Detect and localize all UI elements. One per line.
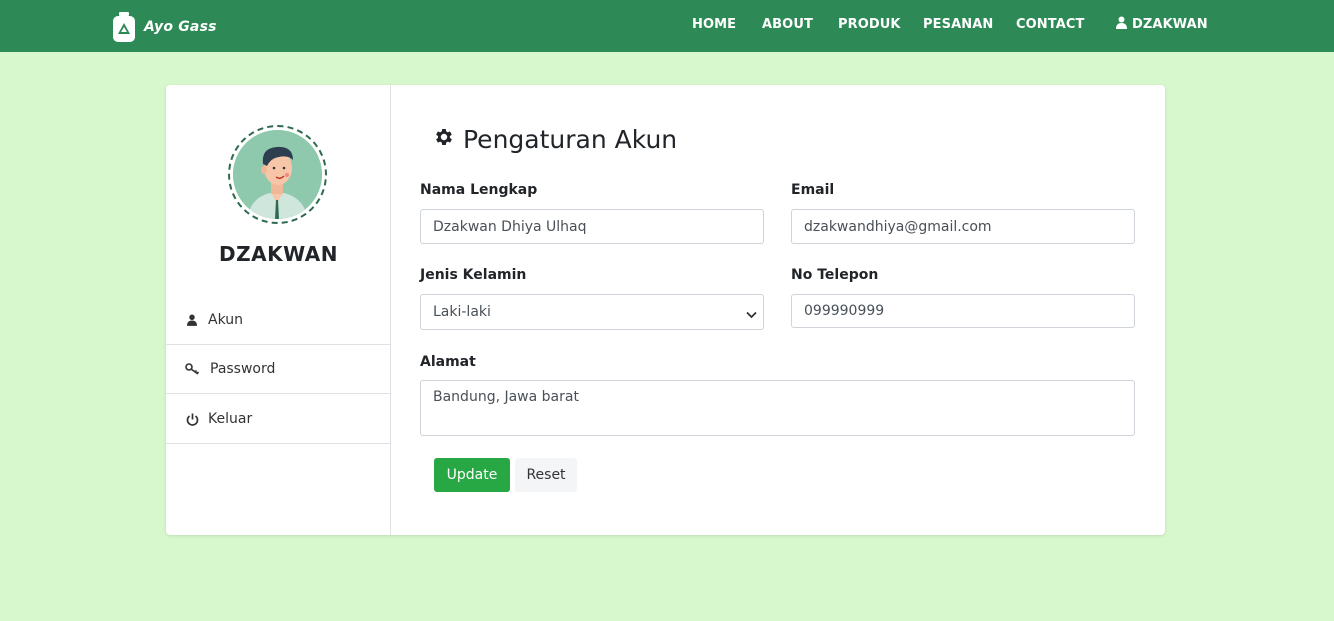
nav-produk[interactable]: PRODUK <box>838 17 901 32</box>
nav-home[interactable]: HOME <box>692 17 736 32</box>
nav-pesanan[interactable]: PESANAN <box>923 17 993 32</box>
account-card: DZAKWAN Akun Password Keluar Pengaturan … <box>166 85 1165 535</box>
alamat-value: Bandung, Jawa barat <box>433 389 579 405</box>
phone-field[interactable]: 099990999 <box>791 294 1135 328</box>
gender-label: Jenis Kelamin <box>420 267 527 283</box>
nama-label: Nama Lengkap <box>420 182 538 198</box>
gender-value: Laki-laki <box>433 304 491 320</box>
nav-username: DZAKWAN <box>1132 17 1208 32</box>
gear-icon <box>433 125 455 154</box>
phone-label: No Telepon <box>791 267 879 283</box>
nav-about[interactable]: ABOUT <box>762 17 813 32</box>
email-field[interactable]: dzakwandhiya@gmail.com <box>791 209 1135 244</box>
sidebar-item-label: Password <box>210 361 276 377</box>
account-sidebar: DZAKWAN Akun Password Keluar <box>166 85 391 535</box>
chevron-down-icon <box>746 307 757 323</box>
sidebar-item-label: Keluar <box>208 411 253 427</box>
update-button[interactable]: Update <box>434 458 510 492</box>
nav-user-menu[interactable]: DZAKWAN <box>1116 16 1208 33</box>
nav-contact[interactable]: CONTACT <box>1016 17 1085 32</box>
phone-value: 099990999 <box>804 303 885 319</box>
alamat-textarea[interactable]: Bandung, Jawa barat <box>420 380 1135 436</box>
sidebar-item-password[interactable]: Password <box>166 345 390 394</box>
user-icon <box>1116 16 1127 33</box>
sidebar-item-akun[interactable]: Akun <box>166 296 390 345</box>
navbar: Ayo Gass HOME ABOUT PRODUK PESANAN CONTA… <box>0 0 1334 52</box>
page-title: Pengaturan Akun <box>433 125 677 154</box>
nama-value: Dzakwan Dhiya Ulhaq <box>433 218 587 235</box>
user-icon <box>184 314 200 326</box>
avatar <box>228 125 327 224</box>
key-icon <box>184 363 200 375</box>
gender-select[interactable]: Laki-laki <box>420 294 764 330</box>
profile-username: DZAKWAN <box>219 242 338 266</box>
email-value: dzakwandhiya@gmail.com <box>804 218 992 235</box>
nav-menu: HOME ABOUT PRODUK PESANAN CONTACT DZAKWA… <box>0 0 1334 52</box>
power-icon <box>184 413 200 426</box>
sidebar-item-label: Akun <box>208 312 243 328</box>
page-title-text: Pengaturan Akun <box>463 125 678 154</box>
alamat-label: Alamat <box>420 354 476 370</box>
email-label: Email <box>791 182 835 198</box>
nama-field[interactable]: Dzakwan Dhiya Ulhaq <box>420 209 764 244</box>
sidebar-item-keluar[interactable]: Keluar <box>166 395 390 444</box>
reset-button[interactable]: Reset <box>515 458 577 492</box>
